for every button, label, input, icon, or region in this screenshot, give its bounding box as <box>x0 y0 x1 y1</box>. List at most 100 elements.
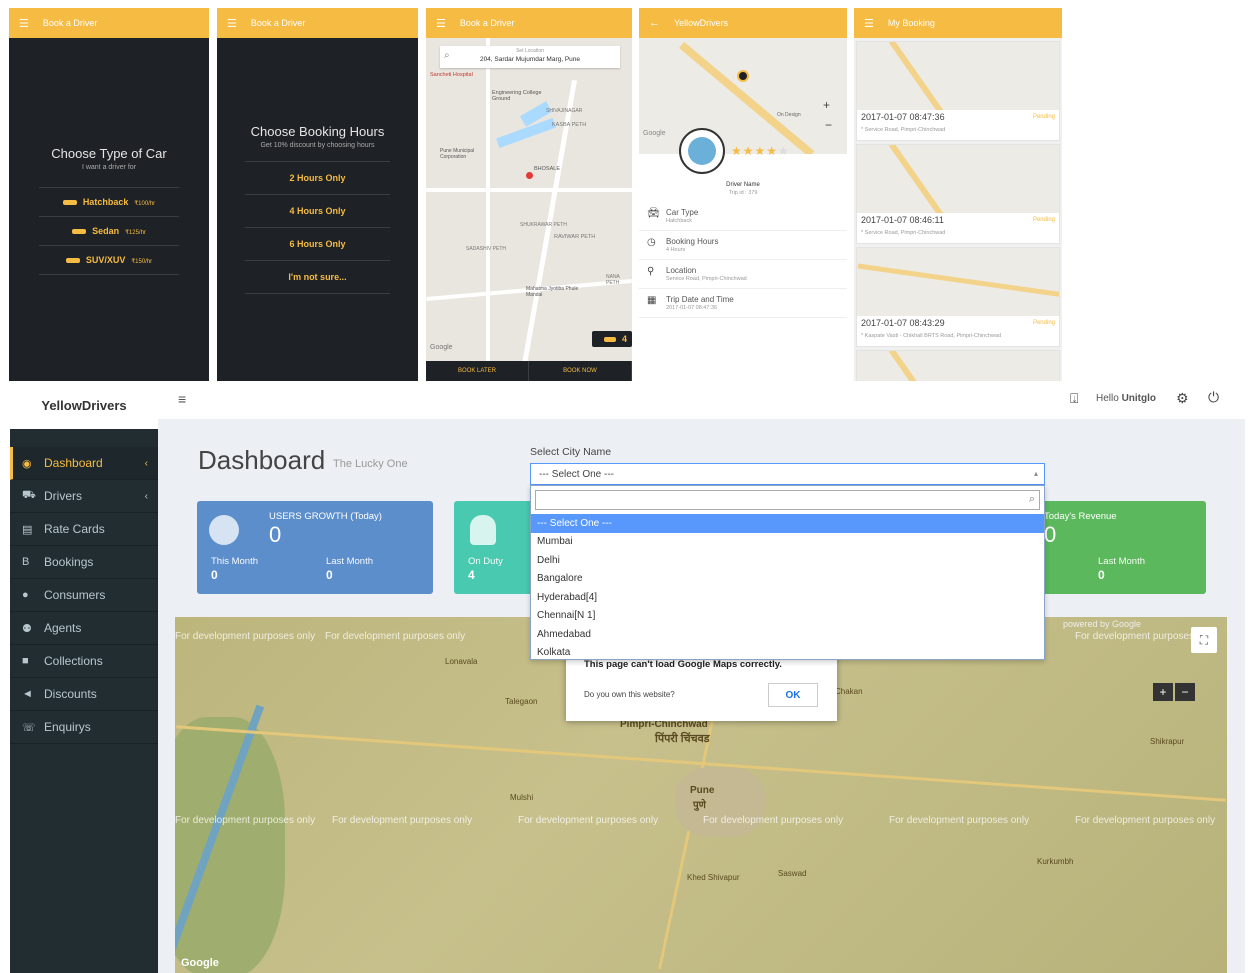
user-greeting[interactable]: Hello Unitglo <box>1096 393 1156 404</box>
map-place: SHIVAJINAGAR <box>546 108 583 114</box>
menu-icon[interactable]: ☰ <box>227 17 237 30</box>
booking-card[interactable]: 2017-01-07 08:43:29 Pending * Kaspate Va… <box>856 247 1060 347</box>
booking-card[interactable] <box>856 350 1060 381</box>
chevron-left-icon: ‹ <box>144 490 148 502</box>
zoom-in-button[interactable]: + <box>1153 683 1173 701</box>
map-view[interactable]: On Design + − Google <box>639 38 847 154</box>
user-icon <box>470 515 496 545</box>
booking-map-thumbnail <box>857 145 1059 213</box>
logout-icon[interactable]: ⏻ <box>1208 389 1219 406</box>
dropdown-option[interactable]: Delhi <box>531 551 1044 570</box>
hours-option-2[interactable]: 2 Hours Only <box>245 161 390 194</box>
car-icon: 🚘︎ <box>647 208 660 219</box>
driver-avatar <box>679 128 725 174</box>
status-badge: Pending <box>1032 217 1055 223</box>
dashboard-icon: ◉ <box>22 457 32 470</box>
app-bar-title: Book a Driver <box>459 18 515 28</box>
app-bar: ☰ Book a Driver <box>217 8 418 38</box>
booking-map-thumbnail <box>857 351 1059 381</box>
booking-card[interactable]: 2017-01-07 08:47:36 Pending * Service Ro… <box>856 41 1060 141</box>
booking-card[interactable]: 2017-01-07 08:46:11 Pending * Service Ro… <box>856 144 1060 244</box>
menu-icon[interactable]: ☰ <box>19 17 29 30</box>
car-icon <box>72 229 87 235</box>
dropdown-option[interactable]: Mumbai <box>531 533 1044 552</box>
driver-trip-id: Trip id : 379 <box>728 190 758 196</box>
map-place: Pune Municipal Corporation <box>440 148 475 160</box>
sidebar-item-collections[interactable]: ■ Collections <box>10 645 158 678</box>
map-city-label: Chakan <box>835 687 863 696</box>
sidebar-item-drivers[interactable]: ⛟ Drivers ‹ <box>10 480 158 513</box>
dropdown-search-input[interactable]: ⌕ <box>535 490 1040 510</box>
dropdown-option[interactable]: Kolkata <box>531 644 1044 663</box>
chevron-left-icon: ‹ <box>144 457 148 469</box>
discount-icon: ◄ <box>22 688 33 700</box>
map-place: Engineering College Ground <box>492 90 542 102</box>
map-place: RAVIWAR PETH <box>554 234 596 240</box>
hours-option-4[interactable]: 4 Hours Only <box>245 194 390 227</box>
car-option-sedan[interactable]: Sedan ₹125/hr <box>39 216 179 245</box>
gear-icon[interactable]: ⚙ <box>1176 390 1189 407</box>
collections-icon: ■ <box>22 655 29 667</box>
car-option-hatchback[interactable]: Hatchback ₹100/hr <box>39 187 179 216</box>
dropdown-arrow-icon: ▴ <box>1033 469 1038 478</box>
driver-rating: ★★★★★ <box>731 144 790 158</box>
book-now-button[interactable]: BOOK NOW <box>529 361 632 381</box>
phone-driver-details-screen: ← YellowDrivers On Design + − Google ★★★… <box>639 8 847 381</box>
dropdown-option[interactable]: Ahmedabad <box>531 625 1044 644</box>
map-place: NANA PETH <box>606 274 620 286</box>
sidebar-item-dashboard[interactable]: ◉ Dashboard ‹ <box>10 447 158 480</box>
zoom-out-button[interactable]: − <box>1175 683 1195 701</box>
sidebar-item-discounts[interactable]: ◄ Discounts <box>10 678 158 711</box>
booking-map-thumbnail <box>857 42 1059 110</box>
phone-icon: ☏ <box>22 721 36 734</box>
car-icon <box>62 200 77 206</box>
sidebar: YellowDrivers ◉ Dashboard ‹ ⛟ Drivers ‹ ▤ Rat… <box>10 381 158 973</box>
map-view[interactable]: ⌕ Set Location 204, Sardar Mujumdar Marg… <box>426 38 632 381</box>
sidebar-item-agents[interactable]: ⚉ Agents <box>10 612 158 645</box>
sidebar-toggle-icon[interactable]: ≡ <box>178 391 186 407</box>
users-icon: ⚉ <box>22 622 32 635</box>
sidebar-item-rate-cards[interactable]: ▤ Rate Cards <box>10 513 158 546</box>
map-city-label: Shikrapur <box>1150 737 1185 746</box>
dropdown-option[interactable]: Hyderabad[4] <box>531 588 1044 607</box>
car-icon: ⛟ <box>22 489 36 501</box>
dropdown-option[interactable]: Chennai[N 1] <box>531 607 1044 626</box>
back-arrow-icon[interactable]: ← <box>649 17 660 29</box>
map-place: Sancheti Hospital <box>430 72 473 78</box>
booking-hours-heading: Choose Booking Hours <box>250 124 385 139</box>
map-city-label: Khed Shivapur <box>687 873 740 882</box>
sidebar-item-consumers[interactable]: ● Consumers <box>10 579 158 612</box>
menu-icon[interactable]: ☰ <box>436 17 446 30</box>
alert-ok-button[interactable]: OK <box>768 683 818 707</box>
zoom-in-button[interactable]: + <box>823 98 830 112</box>
map-city-label: Saswad <box>778 869 807 878</box>
app-bar-title: YellowDrivers <box>674 18 729 28</box>
location-pin-icon: ⚲ <box>647 266 655 277</box>
brand-logo[interactable]: YellowDrivers <box>10 381 158 429</box>
dropdown-option[interactable]: --- Select One --- <box>531 514 1044 533</box>
city-dropdown-menu: ⌕ --- Select One --- Mumbai Delhi Bangal… <box>530 485 1045 660</box>
car-count-badge[interactable]: 4 <box>592 331 632 347</box>
book-later-button[interactable]: BOOK LATER <box>426 361 529 381</box>
hours-option-6[interactable]: 6 Hours Only <box>245 227 390 260</box>
sidebar-item-bookings[interactable]: B Bookings <box>10 546 158 579</box>
app-bar-title: Book a Driver <box>250 18 306 28</box>
car-type-heading: Choose Type of Car <box>51 146 167 161</box>
menu-icon[interactable]: ☰ <box>864 17 874 30</box>
location-card[interactable]: ⌕ Set Location 204, Sardar Mujumdar Marg… <box>440 46 620 68</box>
app-bar-title: Book a Driver <box>42 18 98 28</box>
zoom-out-button[interactable]: − <box>825 118 832 132</box>
car-option-suv[interactable]: SUV/XUV ₹150/hr <box>39 245 179 275</box>
dropdown-option[interactable]: Bangalore <box>531 570 1044 589</box>
hours-option-not-sure[interactable]: I'm not sure... <box>245 260 390 294</box>
sidebar-item-enquirys[interactable]: ☏ Enquirys <box>10 711 158 744</box>
card-icon: ▤ <box>22 523 33 536</box>
user-avatar-icon[interactable]: ⍗ <box>1070 390 1078 407</box>
revenue-card: Today's Revenue 0 Last Month 0 <box>1030 501 1206 594</box>
select-city-dropdown[interactable]: --- Select One --- ▴ <box>530 463 1045 485</box>
admin-dashboard: YellowDrivers ◉ Dashboard ‹ ⛟ Drivers ‹ ▤ Rat… <box>10 381 1245 973</box>
bottom-bar: BOOK LATER BOOK NOW <box>426 361 632 381</box>
fullscreen-button[interactable]: ⛶ <box>1191 627 1217 653</box>
driver-name: Driver Name <box>726 182 760 188</box>
phone-car-type-screen: ☰ Book a Driver Choose Type of Car I wan… <box>9 8 209 381</box>
